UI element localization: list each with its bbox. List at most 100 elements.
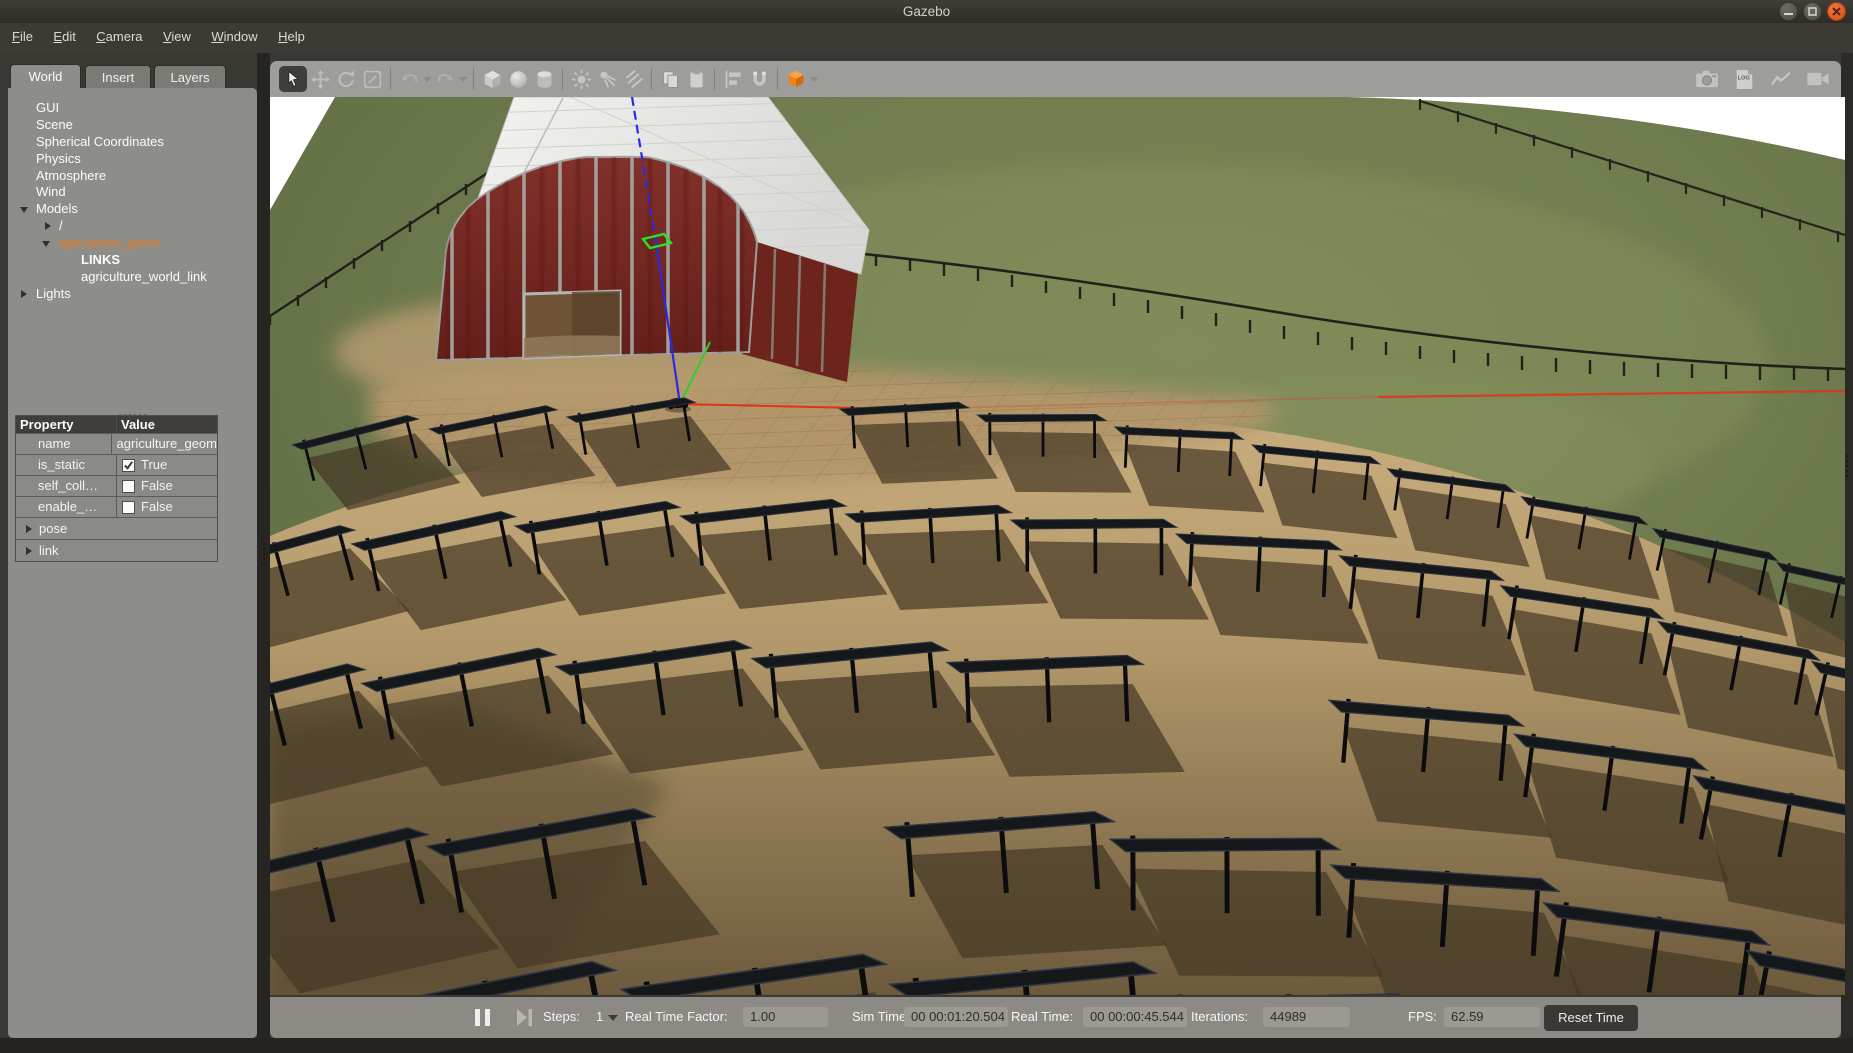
insert-box-button[interactable] [479,66,505,92]
view-angle-button[interactable] [783,66,809,92]
menu-edit[interactable]: Edit [45,23,83,44]
checkbox-unchecked[interactable] [122,501,135,514]
3d-viewport-scene[interactable] [270,97,1845,995]
menu-file[interactable]: File [4,23,41,44]
tree-item-agriculture-geom[interactable]: agriculture_geom [8,235,257,252]
chevron-down-icon [423,76,431,82]
sim-time-label: Sim Time: [852,1009,910,1024]
property-group-link[interactable]: link [16,539,217,561]
tree-item-lights[interactable]: Lights [8,286,257,303]
paste-icon [686,69,707,90]
menu-view[interactable]: View [155,23,199,44]
sim-time-field: 00 00:01:20.504 [904,1007,1008,1027]
checkbox-unchecked[interactable] [122,480,135,493]
view-angle-dropdown[interactable] [809,76,819,82]
rtf-label: Real Time Factor: [625,1009,728,1024]
steps-dropdown-icon[interactable] [608,1015,618,1021]
log-record-button[interactable]: LOG [1731,66,1757,92]
cylinder-icon [534,69,555,90]
tree-item-models[interactable]: Models [8,201,257,218]
toolbar-separator [562,68,563,90]
move-icon [310,69,331,90]
property-row-self-collide[interactable]: self_coll… False [16,475,217,496]
log-file-icon: LOG [1735,69,1754,90]
point-light-button[interactable] [568,66,594,92]
undo-history-dropdown[interactable] [422,76,432,82]
copy-icon [660,69,681,90]
copy-button[interactable] [657,66,683,92]
real-time-field: 00 00:00:45.544 [1083,1007,1187,1027]
plot-button[interactable] [1768,66,1794,92]
step-forward-icon [517,1009,533,1026]
steps-value[interactable]: 1 [596,1009,603,1024]
chart-icon [1770,70,1792,88]
chevron-down-icon [459,76,467,82]
rtf-field[interactable]: 1.00 [743,1007,828,1027]
select-tool-button[interactable] [279,66,307,92]
checkbox-checked[interactable] [122,459,135,472]
align-button[interactable] [720,66,746,92]
scale-tool-button[interactable] [359,66,385,92]
directional-light-button[interactable] [620,66,646,92]
property-group-pose[interactable]: pose [16,517,217,539]
insert-cylinder-button[interactable] [531,66,557,92]
expand-arrow-icon[interactable] [42,241,50,247]
maximize-button[interactable] [1803,2,1822,21]
menubar: File Edit Camera View Window Help [0,23,1853,53]
collapse-arrow-icon[interactable] [21,290,27,298]
close-button[interactable] [1827,2,1846,21]
minimize-button[interactable] [1779,2,1798,21]
tree-item-gui[interactable]: GUI [8,100,257,117]
pause-icon [485,1009,490,1026]
menu-window[interactable]: Window [203,23,265,44]
redo-history-dropdown[interactable] [458,76,468,82]
expand-arrow-icon[interactable] [20,207,28,213]
titlebar[interactable]: Gazebo [0,0,1853,24]
tree-item-atmosphere[interactable]: Atmosphere [8,168,257,185]
tab-world[interactable]: World [10,64,81,88]
toolbar-separator [390,68,391,90]
tab-insert[interactable]: Insert [85,65,151,88]
tab-layers[interactable]: Layers [154,65,226,88]
sphere-icon [508,69,529,90]
collapse-arrow-icon[interactable] [26,547,32,555]
collapse-arrow-icon[interactable] [45,222,51,230]
time-panel: Steps: 1 Real Time Factor: 1.00 Sim Time… [270,996,1841,1038]
video-record-button[interactable] [1805,66,1831,92]
property-row-name[interactable]: name agriculture_geom [16,433,217,454]
screenshot-button[interactable] [1694,66,1720,92]
rotate-tool-button[interactable] [333,66,359,92]
rotate-icon [336,69,357,90]
undo-button[interactable] [396,66,422,92]
tree-item-root-model[interactable]: / [8,218,257,235]
arrow-cursor-icon [283,69,303,89]
collapse-arrow-icon[interactable] [26,525,32,533]
toolbar-separator [777,68,778,90]
tree-item-wind[interactable]: Wind [8,184,257,201]
tree-item-agriculture-world-link[interactable]: agriculture_world_link [8,269,257,286]
panel-splitter[interactable] [257,53,270,1053]
redo-button[interactable] [432,66,458,92]
tree-item-links[interactable]: LINKS [8,252,257,269]
property-row-is-static[interactable]: is_static True [16,454,217,475]
window-title: Gazebo [0,0,1853,23]
snap-button[interactable] [746,66,772,92]
property-row-enable-wind[interactable]: enable_… False [16,496,217,517]
pause-button[interactable] [475,1009,490,1031]
tree-item-physics[interactable]: Physics [8,151,257,168]
close-icon [1832,7,1841,16]
camera-icon [1695,69,1719,89]
translate-tool-button[interactable] [307,66,333,92]
spot-light-button[interactable] [594,66,620,92]
splitter-handle-dots[interactable] [257,543,270,565]
spot-light-icon [597,69,618,90]
toolbar-separator [473,68,474,90]
tree-item-scene[interactable]: Scene [8,117,257,134]
paste-button[interactable] [683,66,709,92]
menu-camera[interactable]: Camera [88,23,150,44]
menu-help[interactable]: Help [270,23,313,44]
insert-sphere-button[interactable] [505,66,531,92]
tree-item-spherical-coordinates[interactable]: Spherical Coordinates [8,134,257,151]
step-button[interactable] [517,1009,533,1031]
reset-time-button[interactable]: Reset Time [1544,1005,1638,1031]
